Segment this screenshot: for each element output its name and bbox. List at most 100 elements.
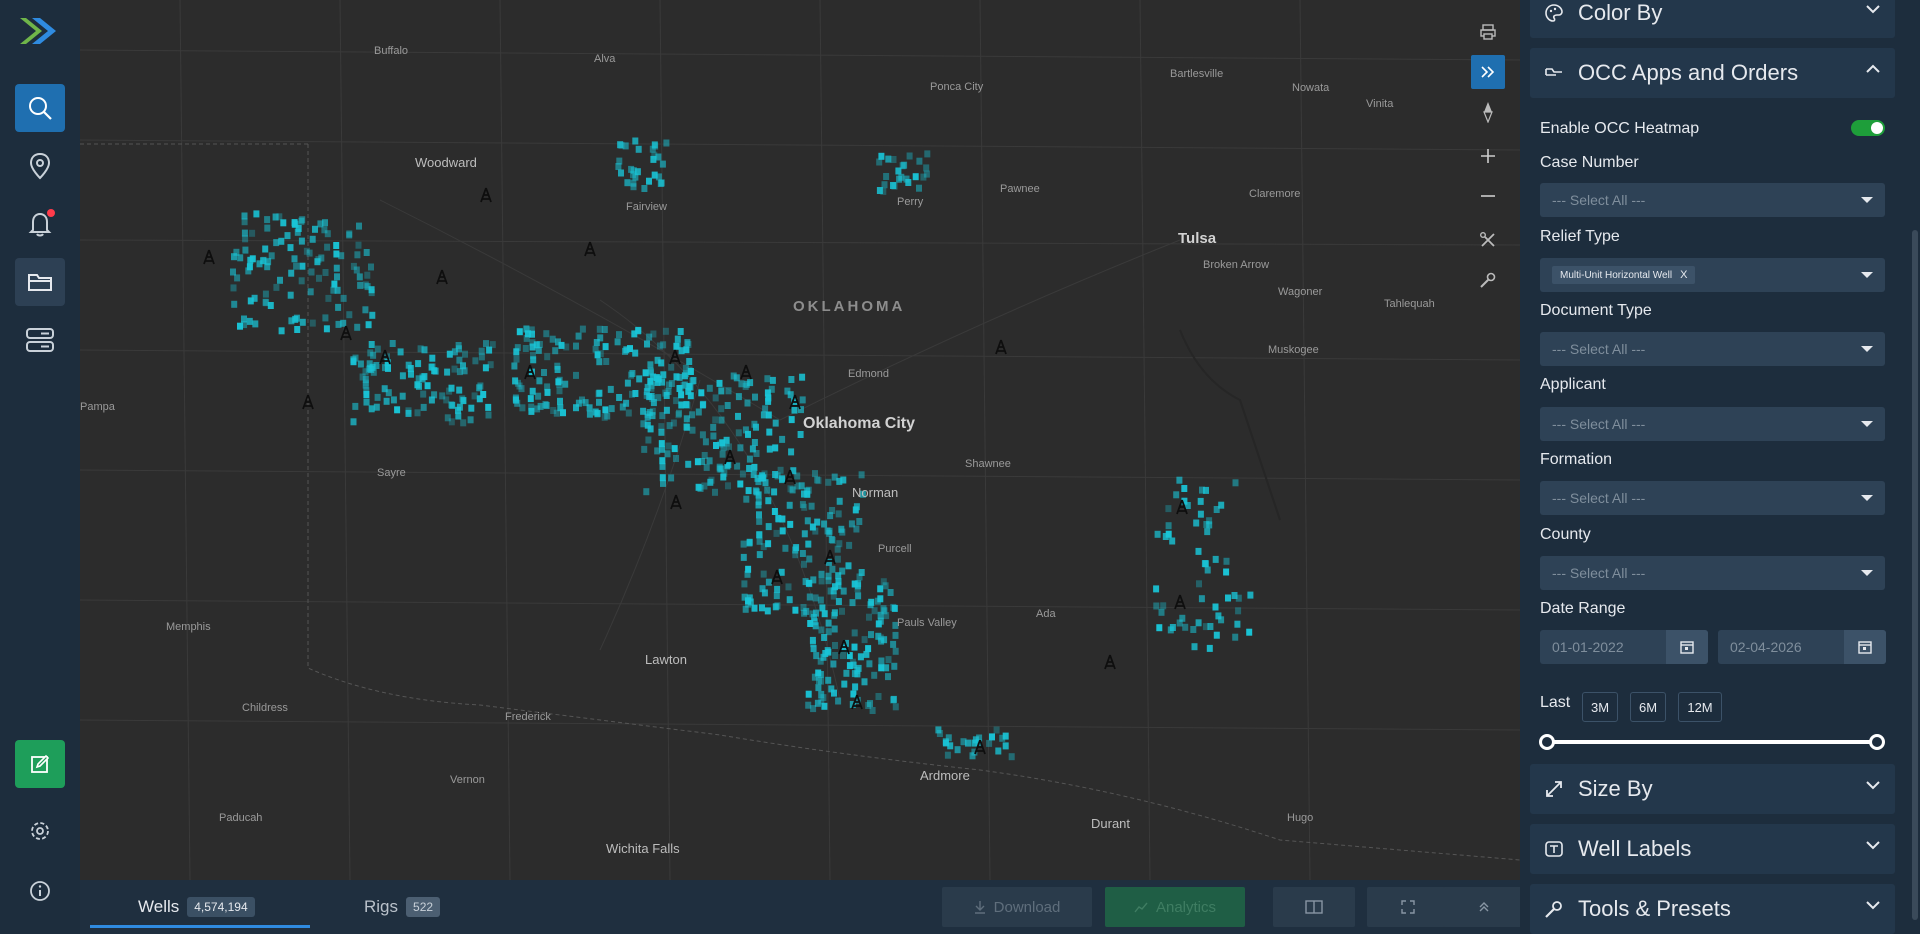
alerts-nav-button[interactable] — [15, 200, 65, 248]
size-by-section[interactable]: Size By — [1530, 764, 1895, 814]
fullscreen-button[interactable] — [1367, 887, 1449, 927]
rig-marker-icon[interactable] — [995, 339, 1007, 355]
rig-marker-icon[interactable] — [1174, 594, 1186, 610]
rig-marker-icon[interactable] — [436, 269, 448, 285]
tools-presets-section[interactable]: Tools & Presets — [1530, 884, 1895, 934]
settings-button[interactable] — [15, 811, 65, 851]
section-title: Well Labels — [1578, 836, 1692, 861]
heatmap-tile — [993, 726, 1000, 734]
analytics-button[interactable]: Analytics — [1105, 887, 1245, 927]
well-labels-section[interactable]: Well Labels — [1530, 824, 1895, 874]
heatmap-tile — [756, 517, 763, 525]
rig-marker-icon[interactable] — [302, 394, 314, 410]
heatmap-tile — [829, 536, 836, 544]
rig-marker-icon[interactable] — [480, 187, 492, 203]
heatmap-tile — [877, 585, 884, 593]
heatmap-tile — [350, 262, 357, 270]
slider-start-handle[interactable] — [1539, 734, 1555, 750]
zoom-in-button[interactable] — [1471, 139, 1505, 173]
heatmap-tile — [514, 399, 521, 407]
heatmap-tile — [699, 431, 706, 439]
heatmap-tile — [460, 397, 467, 405]
slider-end-handle[interactable] — [1869, 734, 1885, 750]
gavel-icon — [1542, 61, 1566, 85]
heatmap-tile — [405, 409, 412, 417]
tab-rigs[interactable]: Rigs 522 — [364, 880, 441, 934]
heatmap-tile — [1153, 602, 1160, 610]
heatmap-tile — [390, 396, 397, 404]
heatmap-tile — [779, 435, 786, 443]
map-canvas[interactable]: Buffalo Alva Ponca City Bartlesville Now… — [80, 0, 1520, 880]
heatmap-tile — [681, 381, 688, 389]
applicant-select[interactable]: --- Select All --- — [1540, 407, 1885, 441]
rig-marker-icon[interactable] — [740, 364, 752, 380]
heatmap-tile — [742, 426, 749, 434]
heatmap-tile — [671, 445, 678, 453]
heatmap-tile — [1165, 522, 1172, 530]
locations-nav-button[interactable] — [15, 142, 65, 190]
heatmap-tile — [246, 317, 253, 325]
heatmap-tile — [710, 423, 717, 431]
city-label: Pauls Valley — [897, 617, 957, 629]
case-number-select[interactable]: --- Select All --- — [1540, 183, 1885, 217]
print-button[interactable] — [1471, 15, 1505, 49]
data-nav-button[interactable] — [15, 316, 65, 364]
document-type-select[interactable]: --- Select All --- — [1540, 332, 1885, 366]
compass-button[interactable] — [1471, 95, 1505, 129]
heatmap-tile — [318, 254, 325, 262]
app-logo[interactable] — [18, 14, 62, 48]
calendar-icon[interactable] — [1666, 630, 1708, 664]
county-select[interactable]: --- Select All --- — [1540, 556, 1885, 590]
heatmap-tile — [878, 637, 885, 645]
map-tools-button[interactable] — [1471, 223, 1505, 257]
relief-type-select[interactable]: Multi-Unit Horizontal Well X — [1540, 258, 1885, 292]
last-label: Last — [1540, 694, 1571, 711]
rig-marker-icon[interactable] — [669, 349, 681, 365]
heatmap-tile — [954, 746, 961, 754]
date-range-slider[interactable] — [1539, 734, 1885, 750]
heatmap-tile — [713, 442, 719, 449]
rig-marker-icon[interactable] — [1104, 654, 1116, 670]
heatmap-tile — [1195, 547, 1202, 555]
heatmap-tile — [294, 326, 301, 333]
folder-icon — [28, 274, 52, 291]
info-button[interactable] — [15, 871, 65, 911]
rig-marker-icon[interactable] — [670, 494, 682, 510]
rig-marker-icon[interactable] — [584, 241, 596, 257]
last-3m-button[interactable]: 3M — [1582, 692, 1618, 722]
rig-marker-icon[interactable] — [340, 325, 352, 341]
heatmap-toggle[interactable] — [1851, 120, 1885, 136]
panel-scrollbar[interactable] — [1912, 230, 1918, 920]
formation-select[interactable]: --- Select All --- — [1540, 481, 1885, 515]
chip-remove-icon[interactable]: X — [1680, 269, 1687, 281]
heatmap-tile — [592, 345, 599, 353]
last-6m-button[interactable]: 6M — [1630, 692, 1666, 722]
heatmap-tile — [264, 224, 271, 232]
heatmap-tile — [825, 572, 832, 580]
heatmap-tile — [230, 284, 237, 292]
projects-nav-button[interactable] — [15, 258, 65, 306]
zoom-out-button[interactable] — [1471, 179, 1505, 213]
calendar-icon[interactable] — [1844, 630, 1886, 664]
expand-panel-button[interactable] — [1471, 55, 1505, 89]
end-date-input[interactable]: 02-04-2026 — [1718, 630, 1886, 664]
start-date-input[interactable]: 01-01-2022 — [1540, 630, 1708, 664]
search-nav-button[interactable] — [15, 84, 65, 132]
heatmap-tile — [676, 409, 682, 417]
wrench-icon — [1480, 272, 1496, 288]
color-by-section[interactable]: Color By — [1530, 0, 1895, 38]
heatmap-tile — [264, 216, 271, 224]
split-view-button[interactable] — [1273, 887, 1355, 927]
heatmap-tile — [374, 345, 381, 353]
download-button[interactable]: Download — [942, 887, 1092, 927]
rig-marker-icon[interactable] — [203, 249, 215, 265]
last-12m-button[interactable]: 12M — [1678, 692, 1722, 722]
collapse-up-button[interactable] — [1443, 887, 1525, 927]
rig-marker-icon[interactable] — [724, 449, 736, 465]
heatmap-tile — [803, 607, 810, 615]
edit-button[interactable] — [15, 740, 65, 788]
occ-section-header[interactable]: OCC Apps and Orders — [1530, 48, 1895, 98]
heatmap-tile — [647, 361, 654, 369]
heatmap-tile — [818, 577, 825, 585]
measure-button[interactable] — [1471, 263, 1505, 297]
